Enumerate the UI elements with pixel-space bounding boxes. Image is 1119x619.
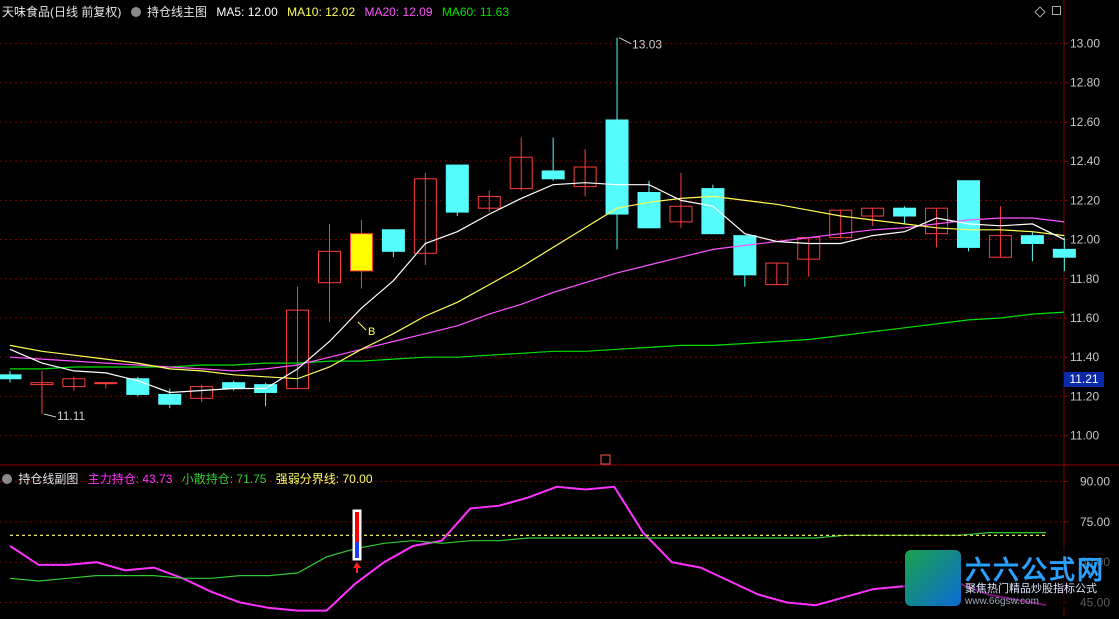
up-arrow-icon (353, 562, 361, 573)
watermark-url: www.66gsw.com (965, 596, 1039, 607)
ma10-line (9, 195, 1065, 380)
watermark-subtitle: 聚焦热门精品炒股指标公式 (965, 583, 1097, 595)
sub-tick-label: 75.00 (1080, 515, 1110, 529)
gear-icon[interactable] (2, 474, 12, 484)
chart-canvas[interactable]: 13.00 12.80 12.60 12.40 12.20 12.00 11.80 11.60… (0, 0, 1119, 616)
watermark-logo: 六六公式网 聚焦热门精品炒股指标公式 www.66gsw.com (903, 546, 1115, 610)
ma60-value: MA60: 11.63 (441, 5, 510, 19)
low-pointer (43, 413, 57, 418)
ma5-value: MA5: 12.00 (216, 5, 278, 19)
main-header: 天味食品(日线 前复权) 持仓线主图 MA5: 12.00 MA10: 12.0… (2, 3, 515, 21)
price-tick-label: 12.40 (1070, 154, 1100, 168)
boundary-value: 强弱分界线: 70.00 (275, 472, 373, 486)
candle-body[interactable] (701, 188, 725, 235)
price-tick-label: 12.00 (1070, 233, 1100, 247)
candle-body[interactable] (0, 374, 22, 380)
price-tick-label: 11.20 (1070, 389, 1099, 403)
sub-tick-label: 90.00 (1080, 474, 1110, 488)
price-tick-label: 12.80 (1070, 76, 1100, 90)
current-price-tag: 11.21 (1064, 372, 1104, 387)
ma10-value: MA10: 12.02 (287, 5, 356, 19)
price-tick-label: 13.00 (1070, 37, 1100, 51)
candle-body[interactable] (349, 233, 373, 272)
candle-body[interactable] (893, 207, 917, 217)
price-tick-label: 12.60 (1070, 115, 1100, 129)
sub-indicator-name[interactable]: 持仓线副图 (18, 472, 78, 486)
price-tick-label: 12.20 (1070, 193, 1100, 207)
candle-body[interactable] (222, 382, 246, 390)
high-pointer (618, 37, 632, 45)
price-tick-label: 11.60 (1070, 311, 1099, 325)
candle-body[interactable] (957, 180, 980, 248)
candle-body[interactable] (541, 170, 565, 180)
stock-chart-window: 13.00 12.80 12.60 12.40 12.20 12.00 11.80 11.60… (0, 0, 1119, 616)
main-holding-value: 主力持仓: 43.73 (87, 472, 173, 486)
candle-body[interactable] (1020, 235, 1044, 244)
gear-icon[interactable] (130, 7, 141, 17)
main-indicator-name[interactable]: 持仓线主图 (147, 5, 207, 19)
buy-signal-label: B (368, 326, 375, 338)
retail-holding-line (9, 531, 1046, 582)
main-holding-line (9, 485, 1047, 612)
candle-body[interactable] (445, 164, 469, 213)
candle-body[interactable] (158, 393, 182, 405)
candle-body[interactable] (605, 119, 629, 215)
stock-title[interactable]: 天味食品(日线 前复权) (2, 5, 121, 19)
sub-header: 持仓线副图 主力持仓: 43.73 小散持仓: 71.75 强弱分界线: 70.… (2, 470, 379, 488)
candle-body[interactable] (94, 382, 118, 385)
marker-box[interactable] (600, 454, 611, 465)
price-tick-label: 11.80 (1070, 272, 1099, 286)
candle-body[interactable] (381, 229, 405, 252)
candle-body[interactable] (733, 235, 757, 276)
ma60-line (10, 311, 1065, 370)
price-tick-label: 11.40 (1070, 350, 1099, 364)
candle-body[interactable] (1052, 248, 1076, 258)
signal-bar-red (355, 512, 359, 542)
high-label: 13.03 (632, 38, 662, 52)
ma20-value: MA20: 12.09 (364, 5, 433, 19)
low-label: 11.11 (57, 409, 86, 423)
retail-holding-value: 小散持仓: 71.75 (181, 472, 267, 486)
candle-body[interactable] (637, 192, 661, 229)
logo-icon (905, 550, 961, 606)
collapse-icon[interactable] (1052, 6, 1061, 15)
price-tick-label: 11.00 (1070, 429, 1099, 443)
signal-bar-blue (355, 542, 359, 558)
ma20-line (9, 217, 1065, 372)
buy-arrow (357, 321, 367, 331)
